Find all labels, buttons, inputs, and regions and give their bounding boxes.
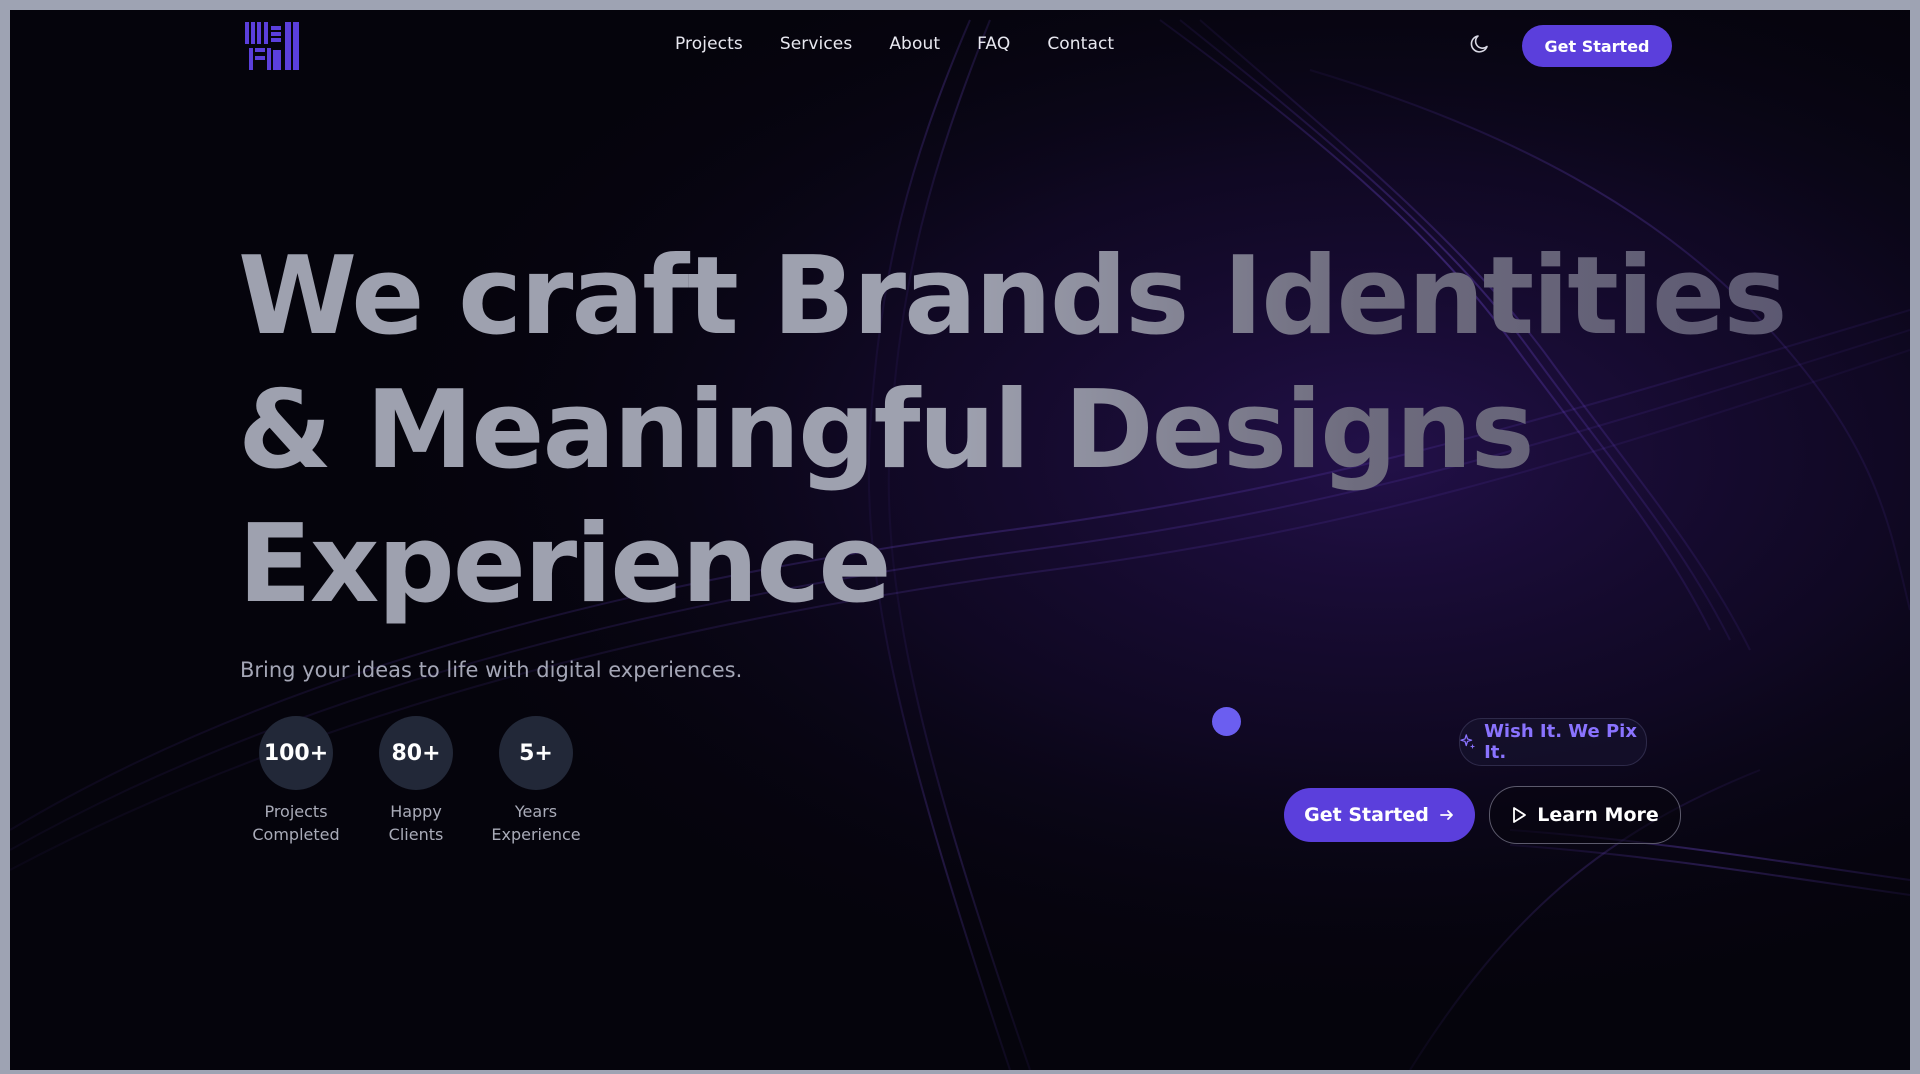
stat-label-line: Clients xyxy=(388,825,444,844)
hero-learn-more-button[interactable]: Learn More xyxy=(1489,786,1681,844)
hero-headline: We craft Brands Identities & Meaningful … xyxy=(238,230,1838,632)
stat-label: Happy Clients xyxy=(356,800,476,846)
stat-experience: 5+ Years Experience xyxy=(476,716,596,846)
nav-link-contact[interactable]: Contact xyxy=(1047,34,1114,54)
hero-subtitle: Bring your ideas to life with digital ex… xyxy=(240,658,743,682)
sparkle-icon xyxy=(1460,734,1476,750)
hero-headline-line-3: Experience xyxy=(238,502,890,627)
stat-projects: 100+ Projects Completed xyxy=(236,716,356,846)
play-icon xyxy=(1513,807,1527,823)
main-nav-links: Projects Services About FAQ Contact xyxy=(675,34,1151,54)
nav-get-started-button[interactable]: Get Started xyxy=(1522,25,1672,67)
stat-value: 5+ xyxy=(499,716,573,790)
stats-row: 100+ Projects Completed 80+ Happy Client… xyxy=(236,716,596,846)
stat-label-line: Experience xyxy=(491,825,581,844)
moon-icon[interactable] xyxy=(1467,32,1491,56)
tagline-text: Wish It. We Pix It. xyxy=(1484,721,1637,763)
stat-label: Projects Completed xyxy=(236,800,356,846)
stat-label-line: Projects xyxy=(264,802,328,821)
nav-link-about[interactable]: About xyxy=(889,34,940,54)
arrow-right-icon xyxy=(1439,810,1453,820)
tagline-badge: Wish It. We Pix It. xyxy=(1459,718,1647,766)
stat-clients: 80+ Happy Clients xyxy=(356,716,476,846)
stat-label-line: Completed xyxy=(252,825,340,844)
cursor-dot xyxy=(1212,707,1241,736)
hero-headline-line-1: We craft Brands Identities xyxy=(238,234,1786,359)
hero-headline-line-2: & Meaningful Designs xyxy=(238,368,1533,493)
hero-get-started-label: Get Started xyxy=(1304,804,1429,826)
app-frame: Projects Services About FAQ Contact Get … xyxy=(10,10,1910,1070)
nav-link-faq[interactable]: FAQ xyxy=(977,34,1010,54)
stat-value: 100+ xyxy=(259,716,333,790)
stat-value: 80+ xyxy=(379,716,453,790)
nav-link-services[interactable]: Services xyxy=(780,34,853,54)
stat-label-line: Years xyxy=(514,802,558,821)
stat-label: Years Experience xyxy=(476,800,596,846)
hero-learn-more-label: Learn More xyxy=(1537,804,1659,826)
hero-get-started-button[interactable]: Get Started xyxy=(1284,788,1475,842)
top-navbar: Projects Services About FAQ Contact Get … xyxy=(10,10,1910,82)
nav-link-projects[interactable]: Projects xyxy=(675,34,743,54)
stat-label-line: Happy xyxy=(390,802,442,821)
wishpix-logo[interactable] xyxy=(245,20,301,72)
